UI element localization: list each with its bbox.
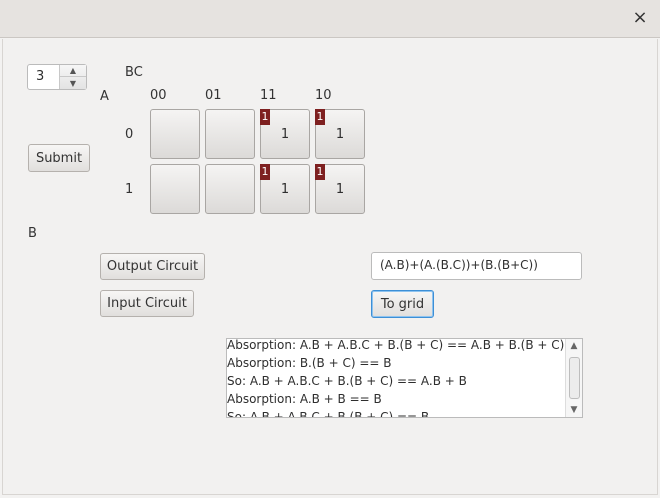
cell-flag-badge: 1	[315, 164, 325, 180]
cell-flag-badge: 1	[315, 109, 325, 125]
decrement-arrow-icon[interactable]: ▼	[60, 77, 86, 89]
a-axis-label: A	[100, 89, 109, 104]
cell-value: 1	[280, 182, 290, 197]
scroll-thumb[interactable]	[569, 357, 580, 399]
cell-value: 1	[335, 127, 345, 142]
row-header-0: 0	[125, 127, 134, 142]
kmap-cell[interactable]	[150, 109, 200, 159]
cell-value: 1	[335, 182, 345, 197]
to-grid-button[interactable]: To grid	[371, 290, 434, 318]
log-line: So: A.B + A.B.C + B.(B + C) == A.B + B	[227, 374, 467, 388]
bc-axis-label: BC	[125, 65, 143, 80]
col-header-11: 11	[260, 88, 277, 103]
cell-flag-badge: 1	[260, 109, 270, 125]
expression-input[interactable]: (A.B)+(A.(B.C))+(B.(B+C))	[371, 252, 582, 280]
simplification-log[interactable]: Absorption: A.B + A.B.C + B.(B + C) == A…	[226, 338, 583, 418]
col-header-01: 01	[205, 88, 222, 103]
kmap-cell[interactable]: 1 1	[260, 109, 310, 159]
cell-flag-badge: 1	[260, 164, 270, 180]
close-icon[interactable]: ×	[630, 8, 650, 28]
increment-arrow-icon[interactable]: ▲	[60, 65, 86, 77]
submit-button[interactable]: Submit	[28, 144, 90, 172]
result-label: B	[28, 226, 37, 241]
kmap-cell[interactable]	[205, 164, 255, 214]
col-header-00: 00	[150, 88, 167, 103]
output-circuit-button[interactable]: Output Circuit	[100, 253, 205, 280]
spinner-value[interactable]: 3	[36, 69, 44, 84]
kmap-cell[interactable]: 1 1	[315, 164, 365, 214]
scroll-down-icon[interactable]: ▼	[566, 403, 582, 417]
scroll-up-icon[interactable]: ▲	[566, 339, 582, 353]
kmap-cell[interactable]	[205, 109, 255, 159]
log-line: Absorption: A.B + B == B	[227, 392, 382, 406]
vertical-scrollbar[interactable]: ▲ ▼	[565, 339, 582, 417]
kmap-cell[interactable]	[150, 164, 200, 214]
kmap-cell[interactable]: 1 1	[260, 164, 310, 214]
title-bar: ×	[0, 0, 660, 38]
log-line: Absorption: B.(B + C) == B	[227, 356, 392, 370]
col-header-10: 10	[315, 88, 332, 103]
variable-count-spinner[interactable]: 3 ▲ ▼	[27, 64, 87, 90]
cell-value: 1	[280, 127, 290, 142]
log-line: So: A.B + A.B.C + B.(B + C) == B	[227, 410, 430, 418]
row-header-1: 1	[125, 182, 134, 197]
log-line: Absorption: A.B + A.B.C + B.(B + C) == A…	[227, 338, 565, 352]
kmap-cell[interactable]: 1 1	[315, 109, 365, 159]
input-circuit-button[interactable]: Input Circuit	[100, 290, 194, 317]
